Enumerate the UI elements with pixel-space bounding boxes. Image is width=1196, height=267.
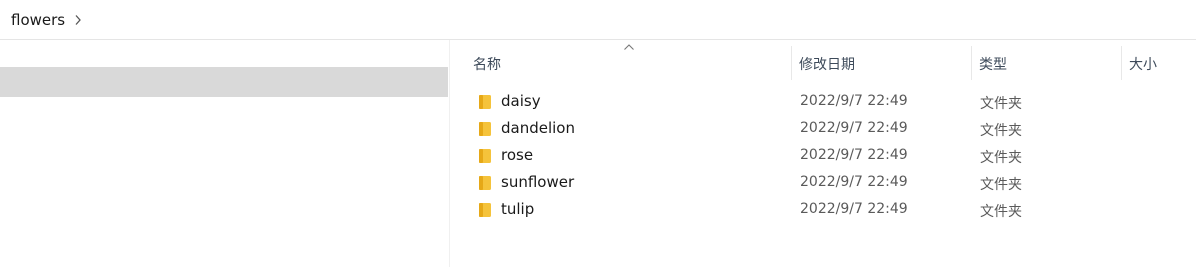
file-modified: 2022/9/7 22:49 <box>800 120 908 136</box>
column-divider[interactable] <box>791 46 792 80</box>
file-row[interactable]: dandelion 2022/9/7 22:49 文件夹 <box>452 115 1196 142</box>
folder-icon <box>479 203 491 217</box>
file-type: 文件夹 <box>980 96 1022 112</box>
file-row[interactable]: daisy 2022/9/7 22:49 文件夹 <box>452 88 1196 115</box>
file-row[interactable]: sunflower 2022/9/7 22:49 文件夹 <box>452 169 1196 196</box>
column-header-size[interactable]: 大小 <box>1129 44 1189 84</box>
file-name: sunflower <box>501 173 575 191</box>
file-name: tulip <box>501 200 535 218</box>
navigation-pane[interactable] <box>0 40 450 267</box>
file-name: rose <box>501 146 534 164</box>
column-divider[interactable] <box>971 46 972 80</box>
breadcrumb-label: flowers <box>11 10 66 29</box>
column-header-name-label: 名称 <box>473 57 501 73</box>
nav-selected-item[interactable] <box>0 67 448 97</box>
file-name: daisy <box>501 92 541 110</box>
column-header-modified-label: 修改日期 <box>799 57 855 73</box>
column-header-size-label: 大小 <box>1129 57 1157 73</box>
file-modified: 2022/9/7 22:49 <box>800 174 908 190</box>
folder-icon <box>479 122 491 136</box>
file-modified: 2022/9/7 22:49 <box>800 147 908 163</box>
address-bar[interactable]: flowers <box>0 0 1196 40</box>
column-header-modified[interactable]: 修改日期 <box>799 44 971 84</box>
file-list[interactable]: 名称 修改日期 类型 大小 daisy 2022/9/7 22:49 文件夹 d… <box>452 40 1196 267</box>
column-header-type[interactable]: 类型 <box>979 44 1121 84</box>
column-header-name[interactable]: 名称 <box>473 44 791 84</box>
file-type: 文件夹 <box>980 204 1022 220</box>
file-name: dandelion <box>501 119 575 137</box>
chevron-right-icon[interactable] <box>74 14 82 26</box>
file-row[interactable]: tulip 2022/9/7 22:49 文件夹 <box>452 196 1196 223</box>
file-modified: 2022/9/7 22:49 <box>800 201 908 217</box>
column-header-type-label: 类型 <box>979 57 1007 73</box>
folder-icon <box>479 149 491 163</box>
file-row[interactable]: rose 2022/9/7 22:49 文件夹 <box>452 142 1196 169</box>
file-type: 文件夹 <box>980 150 1022 166</box>
column-divider[interactable] <box>1121 46 1122 80</box>
folder-icon <box>479 176 491 190</box>
folder-icon <box>479 95 491 109</box>
file-type: 文件夹 <box>980 177 1022 193</box>
file-modified: 2022/9/7 22:49 <box>800 93 908 109</box>
file-type: 文件夹 <box>980 123 1022 139</box>
breadcrumb-item-flowers[interactable]: flowers <box>11 11 65 29</box>
